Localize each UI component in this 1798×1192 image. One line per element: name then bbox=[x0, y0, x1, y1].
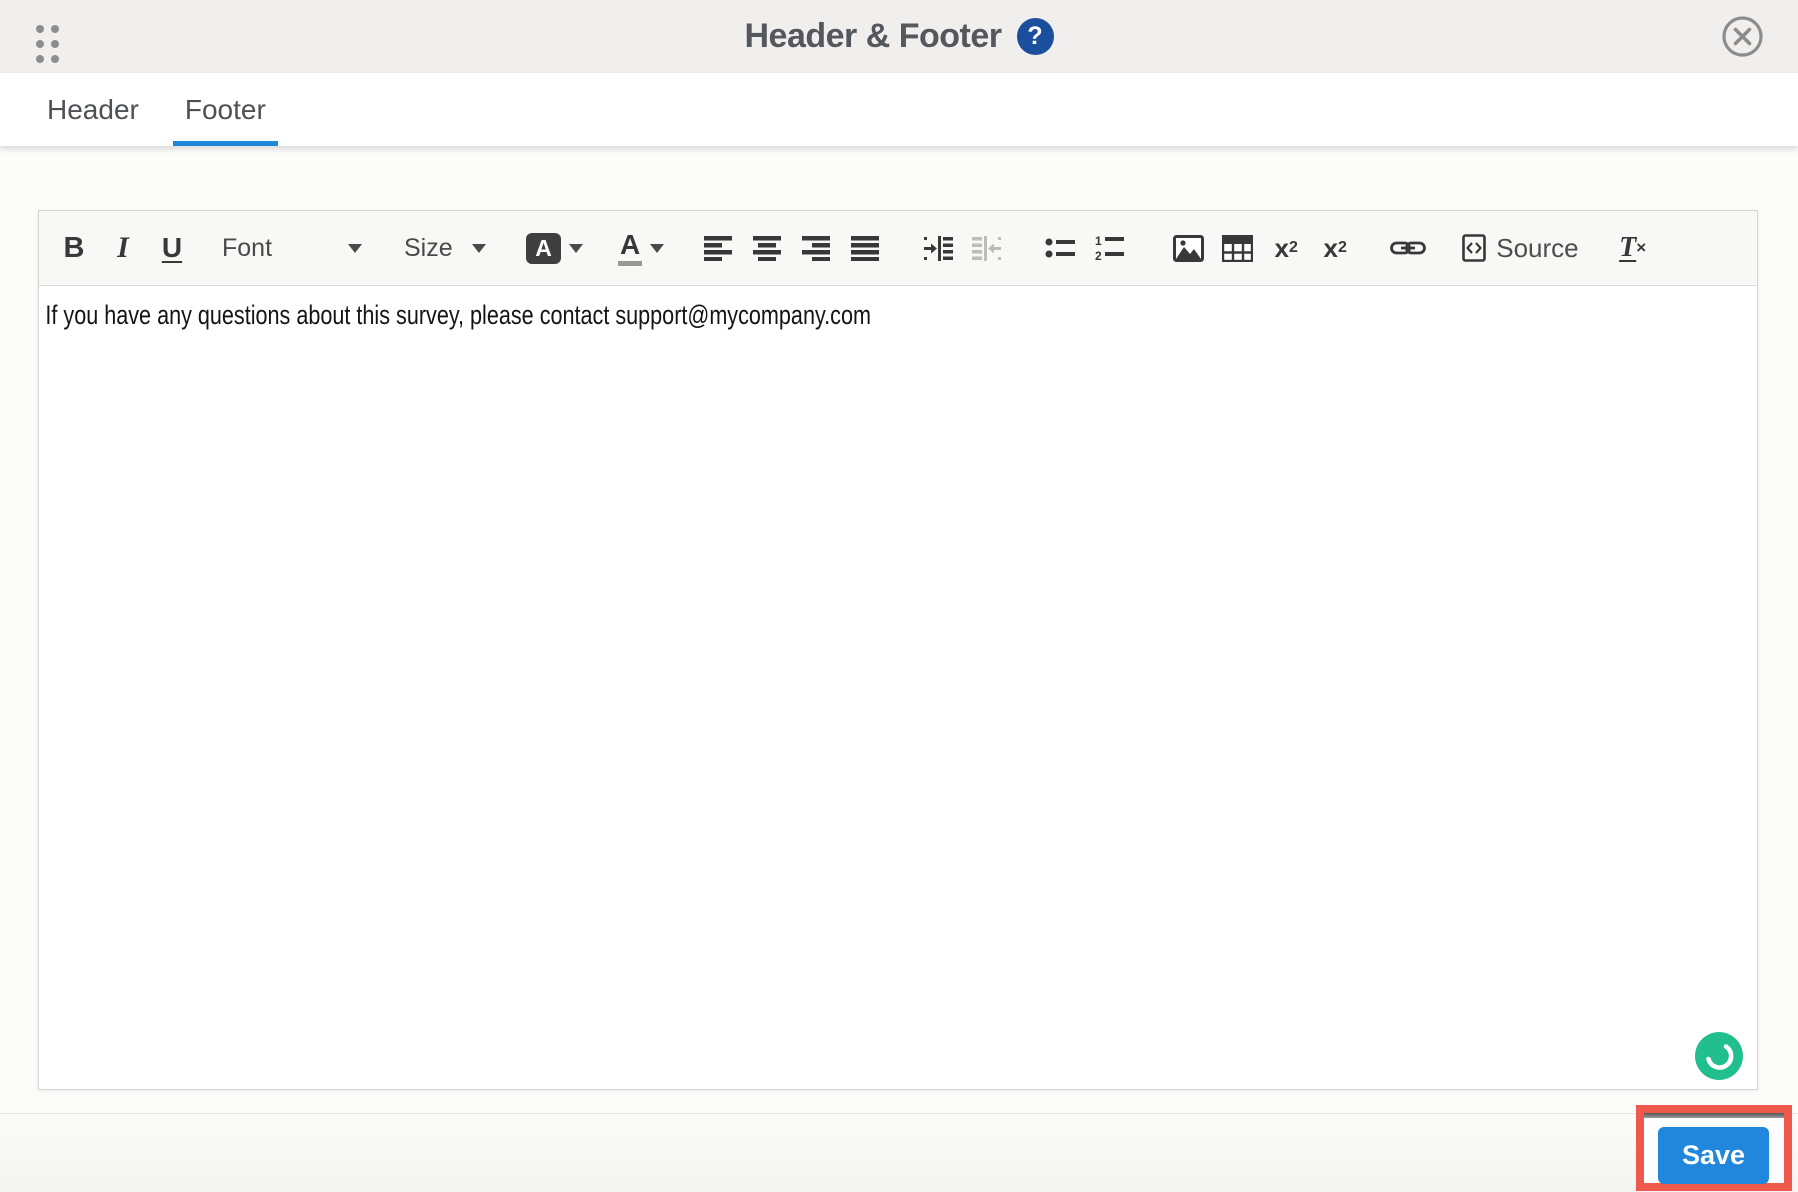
underline-button[interactable]: U bbox=[153, 222, 191, 274]
align-center-button[interactable] bbox=[748, 222, 786, 274]
remove-format-icon: T bbox=[1619, 232, 1637, 263]
text-color-icon: A bbox=[618, 230, 643, 266]
save-button[interactable]: Save bbox=[1658, 1127, 1769, 1184]
image-icon bbox=[1172, 234, 1204, 262]
dialog-footer bbox=[0, 1113, 1798, 1192]
dialog-title: Header & Footer bbox=[744, 17, 1003, 55]
align-right-icon bbox=[802, 236, 831, 261]
svg-text:2: 2 bbox=[1095, 249, 1102, 261]
source-button[interactable]: Source bbox=[1462, 222, 1579, 274]
feedback-widget-icon bbox=[1695, 1032, 1743, 1080]
tab-bar: Header Footer bbox=[0, 73, 1798, 146]
numbered-list-button[interactable]: 1 2 bbox=[1090, 222, 1128, 274]
numbered-list-icon: 1 2 bbox=[1095, 235, 1125, 261]
align-right-button[interactable] bbox=[797, 222, 835, 274]
rich-text-editor: B I U Font Size A A 1 2 x 2 x 2 Source T… bbox=[38, 210, 1758, 1090]
justify-button[interactable] bbox=[846, 222, 884, 274]
highlight-annotation-box: Save bbox=[1636, 1105, 1792, 1191]
background-color-icon: A bbox=[526, 232, 561, 264]
remove-format-button[interactable]: T × bbox=[1614, 222, 1652, 274]
dialog-titlebar: Header & Footer ? bbox=[0, 0, 1798, 73]
chevron-down-icon bbox=[348, 243, 362, 253]
decrease-indent-button[interactable] bbox=[968, 222, 1006, 274]
bulleted-list-icon bbox=[1045, 238, 1076, 258]
editor-content-area[interactable]: If you have any questions about this sur… bbox=[39, 286, 1757, 1088]
link-icon bbox=[1390, 241, 1427, 255]
editor-text[interactable]: If you have any questions about this sur… bbox=[39, 286, 1413, 331]
size-dropdown[interactable]: Size bbox=[404, 222, 486, 274]
bold-button[interactable]: B bbox=[55, 222, 93, 274]
decrease-indent-icon bbox=[972, 235, 1002, 261]
align-left-button[interactable] bbox=[699, 222, 737, 274]
tab-footer[interactable]: Footer bbox=[172, 73, 278, 146]
annotation-shadow bbox=[1644, 1113, 1784, 1118]
svg-text:1: 1 bbox=[1095, 235, 1102, 248]
italic-button[interactable]: I bbox=[104, 222, 142, 274]
font-dropdown-label: Font bbox=[222, 233, 273, 262]
tab-header[interactable]: Header bbox=[35, 73, 151, 146]
source-button-label: Source bbox=[1496, 232, 1579, 263]
increase-indent-icon bbox=[924, 235, 954, 261]
close-icon[interactable] bbox=[1721, 15, 1764, 58]
background-color-button[interactable]: A bbox=[526, 222, 583, 274]
increase-indent-button[interactable] bbox=[919, 222, 957, 274]
text-color-button[interactable]: A bbox=[618, 222, 665, 274]
help-glyph: ? bbox=[1027, 22, 1043, 50]
insert-table-button[interactable] bbox=[1218, 222, 1256, 274]
insert-link-button[interactable] bbox=[1389, 222, 1427, 274]
feedback-widget-button[interactable] bbox=[1695, 1032, 1743, 1080]
help-icon[interactable]: ? bbox=[1016, 18, 1054, 55]
chevron-down-icon bbox=[569, 243, 583, 253]
chevron-down-icon bbox=[472, 243, 486, 253]
font-dropdown[interactable]: Font bbox=[222, 222, 362, 274]
editor-toolbar: B I U Font Size A A 1 2 x 2 x 2 Source T… bbox=[39, 211, 1757, 286]
superscript-button[interactable]: x2 bbox=[1316, 222, 1354, 274]
align-center-icon bbox=[753, 236, 782, 261]
size-dropdown-label: Size bbox=[404, 233, 453, 262]
align-left-icon bbox=[704, 236, 733, 261]
chevron-down-icon bbox=[650, 243, 665, 253]
bulleted-list-button[interactable] bbox=[1041, 222, 1079, 274]
justify-icon bbox=[851, 236, 880, 261]
subscript-button[interactable]: x2 bbox=[1267, 222, 1305, 274]
table-icon bbox=[1221, 234, 1253, 262]
source-icon bbox=[1462, 234, 1487, 262]
insert-image-button[interactable] bbox=[1169, 222, 1207, 274]
